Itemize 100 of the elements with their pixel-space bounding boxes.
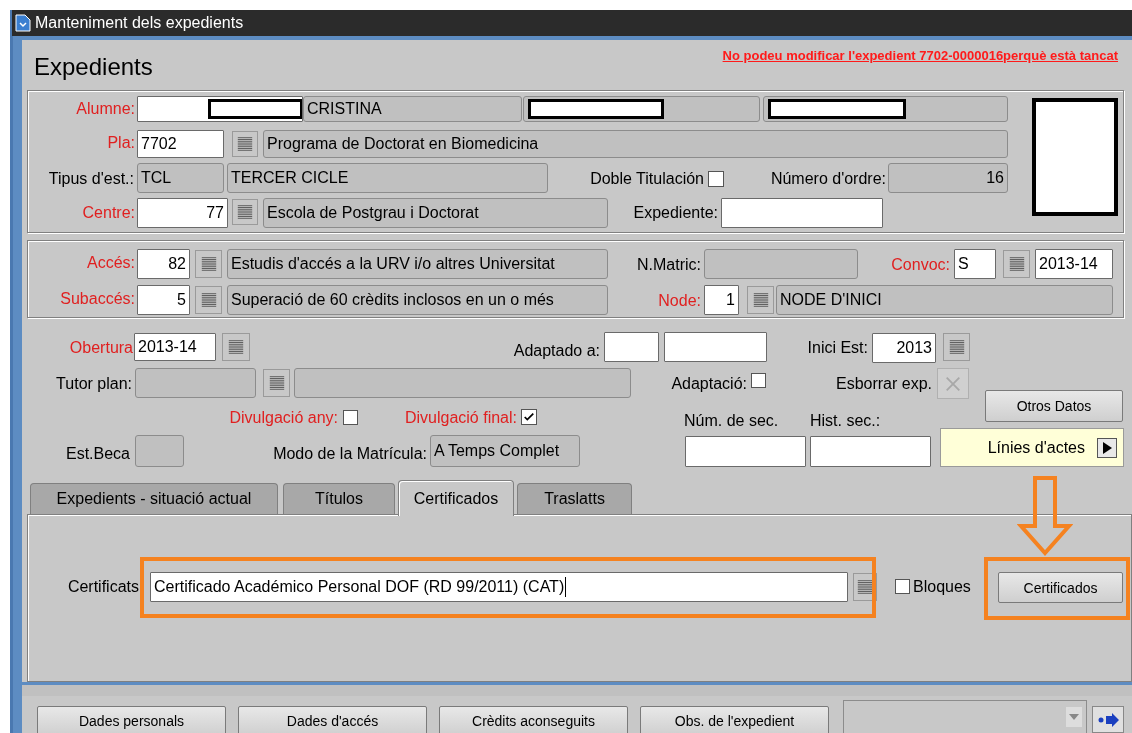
go-button[interactable] — [1092, 706, 1124, 733]
list-button[interactable] — [232, 131, 258, 157]
list-icon — [947, 338, 966, 356]
field-label: Tutor plan: — [55, 374, 132, 394]
window-title: Manteniment dels expedients — [35, 14, 244, 32]
checkbox[interactable] — [521, 409, 537, 425]
nav-button[interactable]: Dades personals — [37, 706, 226, 733]
field-label: Node: — [657, 291, 701, 311]
field-label: Accés: — [86, 253, 135, 273]
checkbox[interactable] — [751, 373, 766, 388]
text-field[interactable] — [135, 368, 256, 398]
text-field[interactable]: 2013-14 — [134, 333, 216, 361]
field-label: Divulgació final: — [403, 408, 517, 428]
field-label: Alumne: — [75, 99, 135, 119]
field-label: Convoc: — [890, 255, 950, 275]
list-icon — [199, 255, 218, 273]
text-field[interactable]: Superació de 60 crèdits inclosos en un o més — [227, 285, 608, 315]
field-label: Centre: — [81, 203, 135, 223]
field-label: Esborrar exp. — [834, 374, 932, 394]
text-field[interactable] — [135, 435, 184, 467]
push-button[interactable]: Otros Datos — [985, 390, 1123, 422]
list-icon — [236, 203, 254, 221]
field-label: Expediente: — [632, 203, 718, 223]
field-label: Adaptació: — [670, 374, 747, 394]
list-button[interactable] — [943, 333, 970, 361]
field-label: Doble Titulación — [589, 169, 704, 189]
certificate-field[interactable]: Certificado Académico Personal DOF (RD 99/2011) (CAT) — [150, 572, 848, 602]
checkbox[interactable] — [343, 410, 358, 425]
text-field[interactable] — [763, 96, 1008, 122]
field-label: Divulgació any: — [228, 408, 338, 428]
tab[interactable]: Expedients - situació actual — [30, 483, 278, 514]
tab[interactable]: Certificados — [398, 480, 514, 516]
text-field[interactable] — [137, 96, 303, 122]
field-label: Núm. de sec. — [684, 411, 780, 431]
warning-message: No podeu modificar l'expedient 7702-0000016perquè està tancat — [722, 48, 1118, 63]
list-icon — [236, 135, 254, 153]
text-field[interactable]: Estudis d'accés a la URV i/o altres Universitat — [227, 249, 608, 279]
text-field[interactable] — [523, 96, 760, 122]
text-field[interactable] — [685, 436, 806, 467]
play-icon — [1097, 437, 1117, 458]
list-button[interactable] — [747, 286, 774, 314]
text-field[interactable]: CRISTINA — [303, 96, 522, 122]
checkbox-label: Bloques — [913, 577, 972, 597]
text-field[interactable] — [704, 249, 858, 279]
text-field[interactable]: 7702 — [137, 130, 224, 158]
list-icon — [227, 338, 245, 356]
lines-button[interactable]: Línies d'actes — [940, 428, 1124, 467]
text-field[interactable]: 16 — [888, 163, 1008, 193]
list-button[interactable] — [263, 369, 290, 397]
list-icon — [199, 291, 218, 309]
tab[interactable]: Títulos — [283, 483, 395, 514]
list-button[interactable] — [222, 333, 250, 361]
text-field[interactable]: 2013-14 — [1035, 249, 1113, 279]
text-field[interactable]: 2013 — [872, 333, 936, 363]
down-arrow-icon — [1017, 476, 1073, 556]
field-label: Est.Beca — [64, 444, 130, 464]
text-field[interactable]: NODE D'INICI — [776, 285, 1113, 315]
field-label: Pla: — [106, 133, 135, 153]
text-field[interactable] — [604, 332, 659, 362]
list-button[interactable] — [195, 286, 222, 314]
arrow-icon — [1097, 712, 1119, 727]
certificates-button[interactable]: Certificados — [998, 572, 1123, 603]
field-label: N.Matric: — [636, 255, 701, 275]
form-title: Expedients — [34, 53, 153, 81]
list-button[interactable] — [232, 199, 258, 225]
checkbox[interactable] — [895, 579, 910, 594]
caret-icon — [1069, 714, 1079, 720]
nav-button[interactable]: Crèdits aconseguits — [439, 706, 628, 733]
field-label: Modo de la Matrícula: — [272, 444, 427, 464]
text-field[interactable]: 82 — [137, 249, 190, 279]
tick-icon — [523, 411, 535, 423]
text-field[interactable]: S — [954, 249, 996, 279]
field-label: Subaccés: — [59, 289, 135, 309]
list-icon — [267, 374, 286, 392]
field-label: Obertura — [68, 338, 133, 358]
text-field[interactable]: TCL — [137, 163, 224, 193]
text-field[interactable]: A Temps Complet — [430, 435, 580, 467]
text-field[interactable] — [810, 436, 931, 467]
list-icon — [1007, 255, 1026, 273]
text-field[interactable]: 1 — [704, 285, 739, 315]
document-icon — [15, 14, 31, 32]
text-field[interactable] — [664, 332, 767, 362]
nav-button[interactable]: Obs. de l'expedient — [640, 706, 829, 733]
list-button[interactable] — [195, 250, 222, 278]
checkbox[interactable] — [708, 171, 724, 187]
field-label: Adaptado a: — [512, 341, 600, 361]
tab[interactable]: Traslatts — [517, 483, 632, 514]
text-field[interactable]: TERCER CICLE — [227, 163, 548, 193]
text-field[interactable] — [721, 198, 883, 228]
text-field[interactable]: Escola de Postgrau i Doctorat — [263, 198, 608, 228]
list-button[interactable] — [1003, 250, 1030, 278]
text-field[interactable] — [294, 368, 631, 398]
text-field[interactable]: 5 — [137, 285, 190, 315]
close-icon — [944, 374, 962, 393]
nav-button[interactable]: Dades d'accés — [238, 706, 427, 733]
field-label: Certificats — [66, 577, 139, 597]
dropdown-field[interactable] — [843, 700, 1087, 733]
text-field[interactable]: 77 — [137, 198, 228, 228]
field-label: Hist. sec.: — [810, 411, 882, 431]
text-field[interactable]: Programa de Doctorat en Biomedicina — [263, 130, 1008, 158]
